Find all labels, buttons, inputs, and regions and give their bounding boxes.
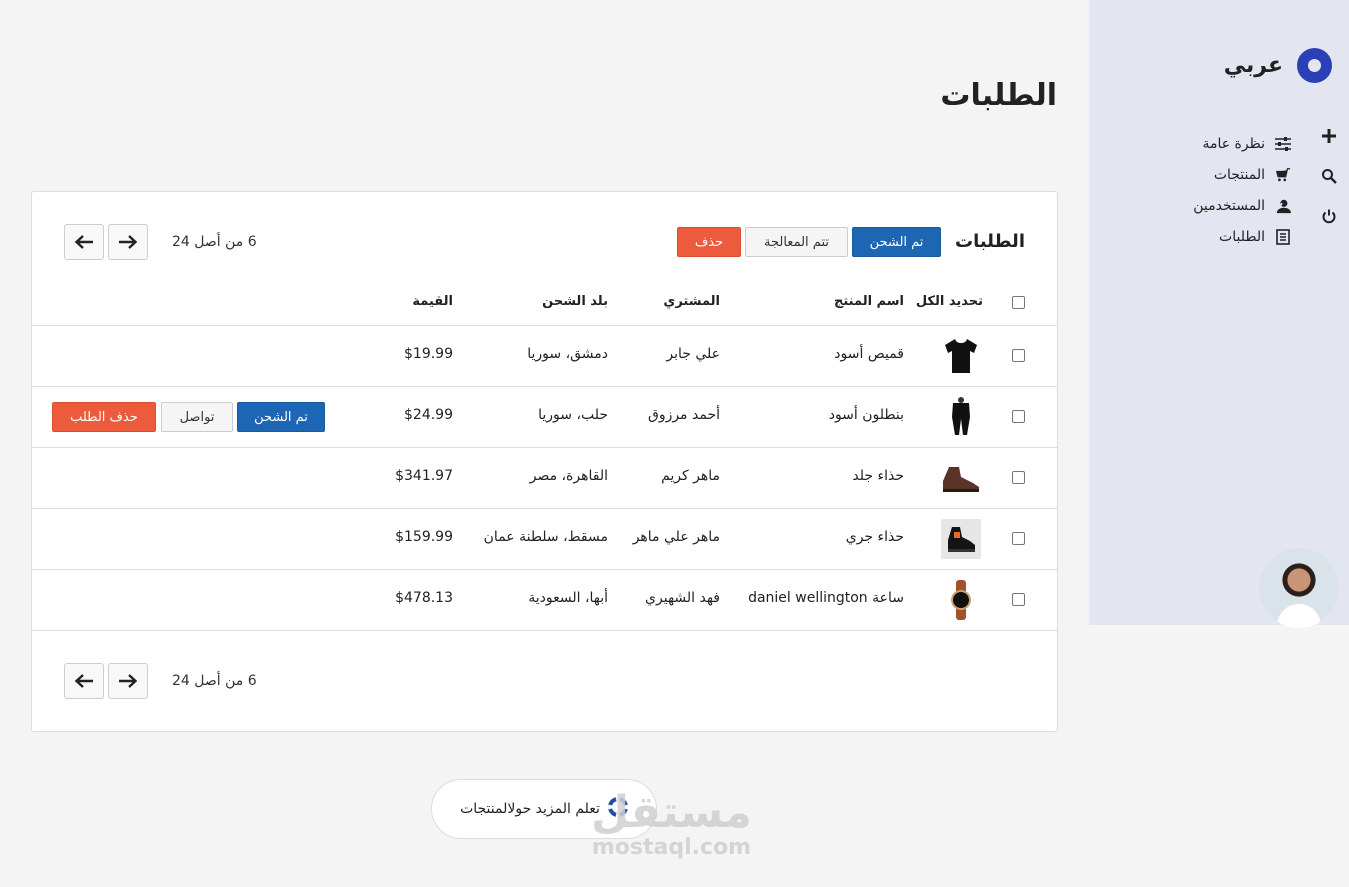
table-row: بنطلون أسود أحمد مرزوق حلب، سوريا $24.99…	[32, 387, 1057, 448]
row-shipped-button[interactable]: تم الشحن	[237, 402, 325, 432]
buyer-name: فهد الشهيري	[645, 590, 720, 606]
table-row: ساعة daniel wellington فهد الشهيري أبها،…	[32, 570, 1057, 631]
shipping-country: القاهرة، مصر	[529, 468, 608, 484]
product-name: حذاء جلد	[852, 468, 904, 484]
order-value: $19.99	[404, 346, 453, 362]
prev-page-button[interactable]	[64, 224, 104, 260]
watermark-latin: mostaql.com	[591, 835, 752, 860]
column-product: اسم المنتج	[834, 294, 904, 309]
table-header: تحديد الكل اسم المنتج المشتري بلد الشحن …	[32, 288, 1057, 326]
sidebar-item-label: الطلبات	[1219, 229, 1265, 245]
row-checkbox[interactable]	[1012, 532, 1025, 545]
sidebar-item-label: المستخدمين	[1193, 198, 1265, 214]
prev-page-button[interactable]	[64, 663, 104, 699]
arrow-right-icon	[119, 235, 138, 249]
sidebar-nav: نظرة عامة المنتجات المستخدمين الطلبات	[1193, 124, 1291, 257]
shipping-country: دمشق، سوريا	[527, 346, 608, 362]
product-name: حذاء جري	[845, 529, 904, 545]
buyer-name: أحمد مرزوق	[647, 407, 720, 423]
sidebar-item-orders[interactable]: الطلبات	[1193, 217, 1291, 257]
row-checkbox[interactable]	[1012, 349, 1025, 362]
leather-shoe-image	[941, 458, 981, 498]
power-icon[interactable]	[1319, 206, 1339, 226]
row-delete-button[interactable]: حذف الطلب	[52, 402, 156, 432]
select-all-checkbox[interactable]	[1012, 296, 1025, 309]
pants-image	[941, 397, 981, 437]
sidebar-item-label: المنتجات	[1213, 167, 1265, 183]
mark-shipped-button[interactable]: تم الشحن	[852, 227, 941, 257]
brand-logo-icon	[1297, 48, 1332, 83]
buyer-name: علي جابر	[666, 346, 720, 362]
sidebar: عربي نظرة عامة المنتجات المستخدمين الطلب…	[1089, 0, 1349, 628]
pagination-text: 6 من أصل 24	[172, 234, 257, 250]
order-value: $159.99	[395, 529, 453, 545]
column-buyer: المشتري	[663, 294, 720, 309]
arrow-left-icon	[74, 674, 93, 688]
row-checkbox[interactable]	[1012, 471, 1025, 484]
shipping-country: حلب، سوريا	[538, 407, 608, 423]
card-title: الطلبات	[954, 231, 1025, 252]
pagination-top: 6 من أصل 24	[64, 224, 257, 260]
table-row: قميص أسود علي جابر دمشق، سوريا $19.99	[32, 326, 1057, 387]
arrow-left-icon	[74, 235, 93, 249]
quick-actions	[1319, 126, 1339, 246]
cart-icon	[1275, 167, 1291, 183]
order-value: $341.97	[395, 468, 453, 484]
watch-image	[941, 580, 981, 620]
shipping-country: مسقط، سلطنة عمان	[483, 529, 608, 545]
document-icon	[1275, 229, 1291, 245]
sliders-icon	[1275, 136, 1291, 152]
row-contact-button[interactable]: تواصل	[161, 402, 233, 432]
table-row: حذاء جلد ماهر كريم القاهرة، مصر $341.97	[32, 448, 1057, 509]
product-name: ساعة daniel wellington	[748, 590, 904, 606]
buyer-name: ماهر علي ماهر	[632, 529, 720, 545]
watermark-arabic: مستقل	[591, 787, 752, 838]
tshirt-image	[941, 336, 981, 376]
watermark: مستقل mostaql.com	[591, 787, 752, 861]
page-title: الطلبات	[940, 78, 1057, 113]
order-value: $478.13	[395, 590, 453, 606]
brand-name: عربي	[1223, 53, 1283, 78]
next-page-button[interactable]	[108, 663, 148, 699]
sidebar-item-label: نظرة عامة	[1202, 136, 1265, 152]
next-page-button[interactable]	[108, 224, 148, 260]
buyer-name: ماهر كريم	[661, 468, 720, 484]
add-icon[interactable]	[1319, 126, 1339, 146]
avatar[interactable]	[1259, 548, 1339, 628]
learn-more-label: تعلم المزيد حولالمنتجات	[460, 801, 600, 817]
arrow-right-icon	[119, 674, 138, 688]
row-checkbox[interactable]	[1012, 593, 1025, 606]
product-name: قميص أسود	[834, 346, 904, 362]
users-icon	[1275, 198, 1291, 214]
column-value: القيمة	[412, 294, 453, 309]
product-name: بنطلون أسود	[828, 407, 904, 423]
brand[interactable]: عربي	[1224, 48, 1332, 83]
table-row: حذاء جري ماهر علي ماهر مسقط، سلطنة عمان …	[32, 509, 1057, 570]
mark-processing-button[interactable]: تتم المعالجة	[745, 227, 848, 257]
running-shoe-image	[941, 519, 981, 559]
shipping-country: أبها، السعودية	[528, 590, 608, 606]
orders-card: الطلبات تم الشحن تتم المعالجة حذف 6 من أ…	[31, 191, 1058, 732]
column-select-all: تحديد الكل	[915, 294, 983, 309]
row-checkbox[interactable]	[1012, 410, 1025, 423]
search-icon[interactable]	[1319, 166, 1339, 186]
column-country: بلد الشحن	[542, 294, 608, 309]
order-value: $24.99	[404, 407, 453, 423]
pagination-bottom: 6 من أصل 24	[64, 663, 257, 699]
pagination-text: 6 من أصل 24	[172, 673, 257, 689]
delete-button[interactable]: حذف	[677, 227, 741, 257]
